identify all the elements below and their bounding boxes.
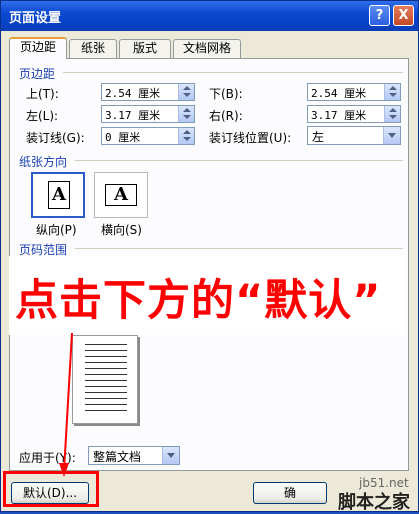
close-button[interactable]: X [393,5,414,26]
preview-line [85,410,127,411]
landscape-label[interactable]: 横向(S) [101,221,142,238]
chevron-down-icon[interactable] [162,447,179,464]
preview-line [85,392,127,393]
top-margin-field[interactable]: 2.54 厘米 [101,83,195,101]
preview-line [85,398,127,399]
margins-section-title: 页边距 [19,67,56,81]
bottom-margin-label: 下(B): [209,87,243,101]
preview-line [85,344,127,345]
ok-button[interactable]: 确 [253,482,327,504]
preview-line [85,374,127,375]
chevron-down-icon[interactable] [383,127,400,144]
portrait-page-icon: A [48,181,70,209]
top-margin-spinner[interactable] [178,84,194,100]
watermark-brand: 脚本之家 [338,492,410,513]
landscape-page-icon: A [105,184,137,206]
preview-line [85,368,127,369]
annotation-banner: 点击下方的“默认” [9,256,404,335]
title-bar: 页面设置 ? X [1,1,418,31]
margins-divider [63,72,403,73]
annotation-text: 点击下方的“默认” [15,276,382,326]
apply-to-select[interactable]: 整篇文档 [88,446,180,465]
annotation-arrow [59,332,73,477]
gutter-value: 0 厘米 [105,131,141,144]
gutter-spinner[interactable] [178,128,194,144]
right-margin-field[interactable]: 3.17 厘米 [307,105,401,123]
tab-paper[interactable]: 纸张 [69,39,117,58]
pages-divider [75,248,403,249]
gutter-position-value: 左 [312,130,325,144]
bottom-margin-value: 2.54 厘米 [311,87,367,100]
preview-line [85,386,127,387]
bottom-margin-spinner[interactable] [384,84,400,100]
right-margin-spinner[interactable] [384,106,400,122]
portrait-label[interactable]: 纵向(P) [36,221,77,238]
dialog-title: 页面设置 [9,11,62,26]
apply-to-value: 整篇文档 [93,450,142,464]
left-margin-label: 左(L): [26,109,59,123]
gutter-position-select[interactable]: 左 [307,126,401,145]
gutter-position-label: 装订线位置(U): [209,131,292,145]
preview-line [85,362,127,363]
right-margin-value: 3.17 厘米 [311,109,367,122]
landscape-option[interactable]: A [94,172,148,218]
portrait-option[interactable]: A [31,172,85,218]
bottom-margin-field[interactable]: 2.54 厘米 [307,83,401,101]
tab-layout[interactable]: 版式 [119,39,171,58]
help-button[interactable]: ? [369,5,390,26]
left-margin-spinner[interactable] [178,106,194,122]
page-setup-dialog: 页面设置 ? X 页边距 纸张 版式 文档网格 页边距 上(T): 2.54 厘… [0,0,419,513]
tab-doc-grid[interactable]: 文档网格 [173,39,241,58]
top-margin-value: 2.54 厘米 [105,87,161,100]
preview-line [85,356,127,357]
gutter-label: 装订线(G): [26,131,85,145]
orientation-section-title: 纸张方向 [19,155,68,169]
gutter-field[interactable]: 0 厘米 [101,127,195,145]
left-margin-value: 3.17 厘米 [105,109,161,122]
preview-line [85,350,127,351]
orientation-divider [75,160,403,161]
preview-line [85,380,127,381]
left-margin-field[interactable]: 3.17 厘米 [101,105,195,123]
right-margin-label: 右(R): [209,109,243,123]
top-margin-label: 上(T): [26,87,59,101]
preview-line [85,404,127,405]
tab-margins[interactable]: 页边距 [9,37,67,59]
